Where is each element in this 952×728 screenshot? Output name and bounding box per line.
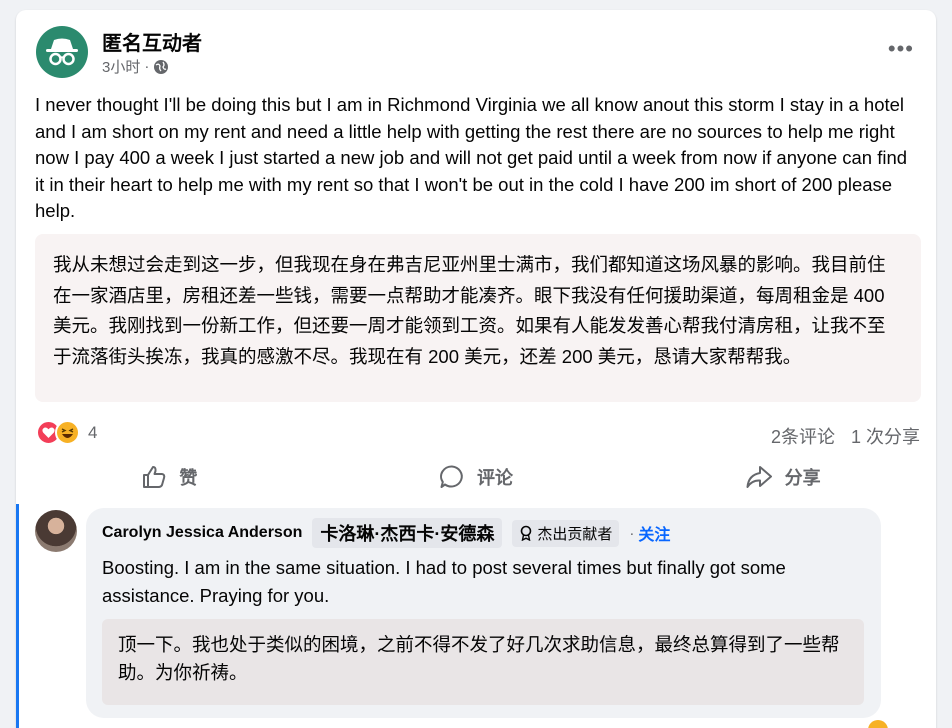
comment-translation: 顶一下。我也处于类似的困境，之前不得不发了好几次求助信息，最终总算得到了一些帮助… xyxy=(102,619,864,705)
commenter-name[interactable]: Carolyn Jessica Anderson xyxy=(102,524,302,542)
commenter-avatar[interactable] xyxy=(35,510,77,552)
contributor-medal-icon xyxy=(521,525,532,541)
more-options-button[interactable]: ••• xyxy=(888,36,914,62)
commenter-name-translated: 卡洛琳·杰西卡·安德森 xyxy=(312,518,503,548)
comment-header: Carolyn Jessica Anderson 卡洛琳·杰西卡·安德森 杰出贡… xyxy=(102,518,670,548)
thumbs-up-icon xyxy=(143,466,166,488)
post-body: I never thought I'll be doing this but I… xyxy=(35,94,908,221)
speech-bubble-icon xyxy=(440,465,463,488)
like-label: 赞 xyxy=(179,468,198,488)
follow-button[interactable]: 关注 xyxy=(638,521,670,545)
globe-icon[interactable] xyxy=(153,59,169,75)
comment-button[interactable]: 评论 xyxy=(323,458,630,496)
comment-text: Boosting. I am in the same situation. I … xyxy=(102,557,786,606)
post-translation: 我从未想过会走到这一步，但我现在身在弗吉尼亚州里士满市，我们都知道这场风暴的影响… xyxy=(35,234,921,402)
follow-separator: · xyxy=(629,524,635,542)
incognito-icon xyxy=(46,38,78,66)
post-time[interactable]: 3小时 xyxy=(102,56,140,77)
share-label: 分享 xyxy=(784,468,821,488)
post-meta: 3小时 · xyxy=(102,56,169,77)
comments-count[interactable]: 2条评论 xyxy=(771,423,835,449)
author-name[interactable]: 匿名互动者 xyxy=(102,27,202,56)
share-arrow-icon xyxy=(746,466,772,488)
reaction-count: 4 xyxy=(88,422,98,442)
shares-count[interactable]: 1 次分享 xyxy=(851,423,920,449)
author-avatar[interactable] xyxy=(36,26,88,78)
emoji-icon[interactable] xyxy=(868,720,888,728)
like-button[interactable]: 赞 xyxy=(16,458,323,496)
comment-thread-line xyxy=(16,504,19,728)
haha-reaction-icon xyxy=(55,420,80,445)
meta-separator: · xyxy=(144,58,150,75)
contributor-badge[interactable]: 杰出贡献者 xyxy=(512,519,620,547)
comment-bubble: Carolyn Jessica Anderson 卡洛琳·杰西卡·安德森 杰出贡… xyxy=(86,508,881,718)
badge-label: 杰出贡献者 xyxy=(537,525,613,543)
reactions-summary[interactable]: 4 xyxy=(36,420,97,445)
share-button[interactable]: 分享 xyxy=(629,458,936,496)
action-bar: 赞 评论 分享 xyxy=(16,458,936,496)
post-stats: 2条评论 1 次分享 xyxy=(771,423,920,449)
post-card: 匿名互动者 3小时 · ••• I never thought I'll be … xyxy=(16,10,936,728)
comment-label: 评论 xyxy=(477,468,513,488)
